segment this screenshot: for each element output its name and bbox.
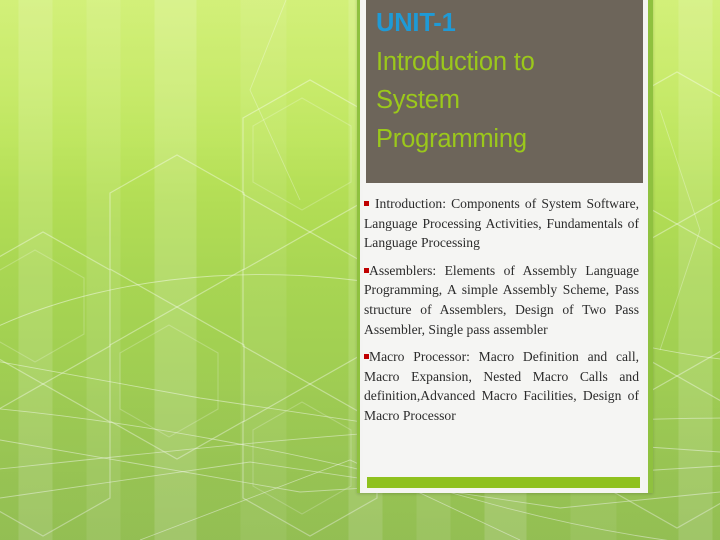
square-bullet-icon — [364, 201, 369, 206]
bullet-paragraph-text: Macro Processor: Macro Definition and ca… — [364, 349, 639, 423]
title-block: UNIT-1 Introduction to System Programmin… — [366, 0, 643, 183]
accent-bar — [367, 477, 640, 488]
bullet-paragraph-assemblers: Assemblers: Elements of Assembly Languag… — [364, 261, 639, 339]
slide-subtitle-line-2: System — [376, 86, 460, 114]
bullet-paragraph-text: Assemblers: Elements of Assembly Languag… — [364, 262, 639, 337]
bullet-paragraph-macro-processor: Macro Processor: Macro Definition and ca… — [364, 347, 639, 425]
slide-body-text: Introduction: Components of System Softw… — [364, 194, 639, 426]
presentation-slide: UNIT-1 Introduction to System Programmin… — [0, 0, 720, 540]
slide-subtitle-line-3: Programming — [376, 124, 527, 153]
bullet-paragraph-introduction: Introduction: Components of System Softw… — [364, 194, 639, 253]
slide-unit-label: UNIT-1 — [376, 9, 456, 37]
slide-subtitle-line-1: Introduction to — [376, 47, 535, 76]
bullet-paragraph-text: Introduction: Components of System Softw… — [364, 196, 639, 251]
